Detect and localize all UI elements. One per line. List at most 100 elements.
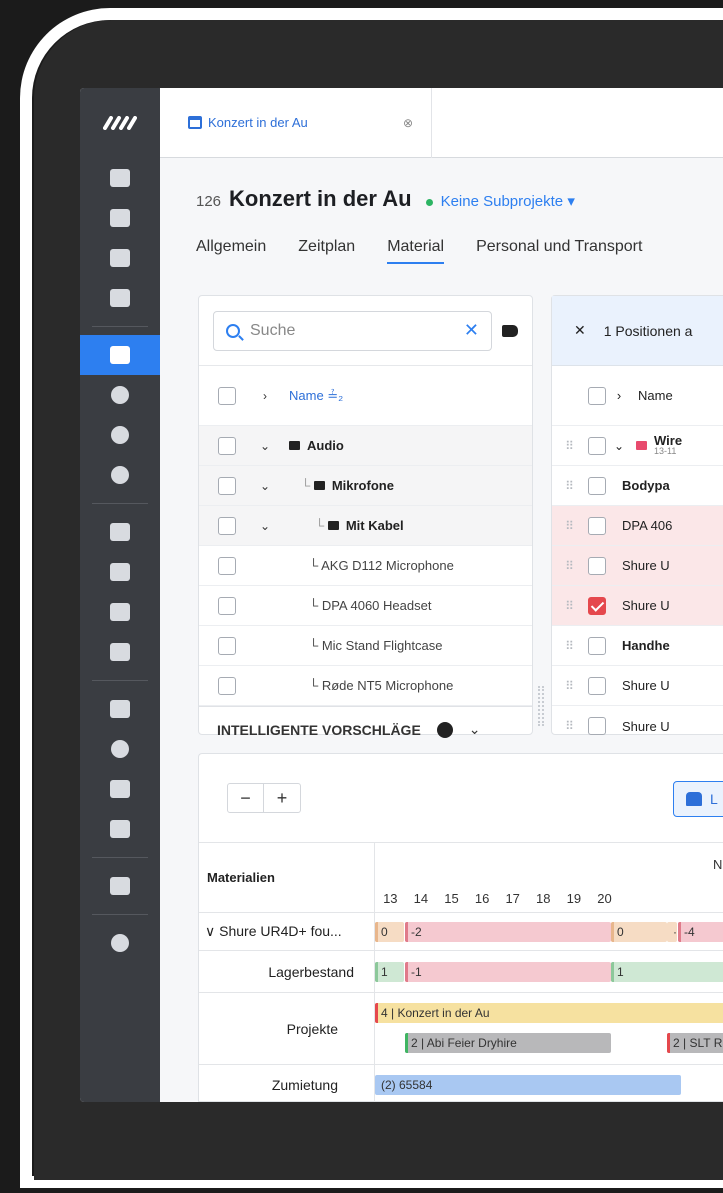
row-checkbox-checked[interactable]	[588, 596, 606, 615]
row-label: Mikrofone	[331, 478, 394, 493]
row-checkbox[interactable]	[588, 676, 606, 695]
column-header-name[interactable]: Name	[632, 388, 673, 403]
rental-bar[interactable]: (2) 65584	[375, 1075, 681, 1095]
sidebar-item-contacts[interactable]	[80, 375, 160, 415]
row-checkbox[interactable]	[218, 556, 236, 575]
table-row[interactable]: ⠿ Handhe	[552, 626, 723, 666]
availability-bar[interactable]: -2	[405, 922, 611, 942]
stock-bar[interactable]: 1	[375, 962, 404, 982]
list-item[interactable]: └ DPA 4060 Headset	[199, 586, 532, 626]
row-checkbox[interactable]	[218, 636, 236, 655]
project-bar[interactable]: 2 | Abi Feier Dryhire	[405, 1033, 611, 1053]
chevron-down-icon[interactable]: ⌄	[469, 721, 481, 738]
panel-resize-handle[interactable]	[538, 686, 544, 726]
table-row[interactable]: ⌄ └ Mit Kabel	[199, 506, 532, 546]
row-checkbox[interactable]	[588, 717, 606, 735]
chevron-down-icon[interactable]: ⌄	[255, 439, 275, 453]
zoom-in-button[interactable]: +	[264, 784, 300, 812]
sidebar-item-settings[interactable]	[80, 923, 160, 963]
drag-handle[interactable]: ⠿	[552, 439, 588, 453]
search-input[interactable]: Suche ✕	[213, 310, 492, 351]
drag-handle[interactable]: ⠿	[552, 559, 588, 573]
table-row[interactable]: ⌄ └ Mikrofone	[199, 466, 532, 506]
row-checkbox[interactable]	[218, 476, 236, 495]
table-row[interactable]: ⠿ Shure U	[552, 666, 723, 706]
project-bar[interactable]: 4 | Konzert in der Au	[375, 1003, 723, 1023]
row-checkbox[interactable]	[588, 636, 606, 655]
table-row[interactable]: ⠿ Shure U	[552, 586, 723, 626]
subprojects-dropdown[interactable]: Keine Subprojekte ▾	[441, 192, 575, 210]
drag-handle[interactable]: ⠿	[552, 519, 588, 533]
drag-handle[interactable]: ⠿	[552, 639, 588, 653]
sidebar-item-projects[interactable]	[80, 335, 160, 375]
stock-bar[interactable]: 1	[611, 962, 723, 982]
sidebar-item-maintenance[interactable]	[80, 769, 160, 809]
zoom-out-button[interactable]: −	[228, 784, 264, 812]
drag-handle[interactable]: ⠿	[552, 479, 588, 493]
sidebar-item-time[interactable]	[80, 729, 160, 769]
sidebar-item-transfers[interactable]	[80, 415, 160, 455]
column-header-name[interactable]: Name ≟₂	[275, 388, 532, 404]
project-bar[interactable]: 2 | SLT R	[667, 1033, 723, 1053]
row-checkbox[interactable]	[218, 596, 236, 615]
chevron-down-icon[interactable]: ⌄	[606, 439, 632, 453]
sidebar-item-tasks[interactable]	[80, 158, 160, 198]
table-row[interactable]: ⠿ Shure U	[552, 546, 723, 586]
sidebar-item-reports[interactable]	[80, 809, 160, 849]
select-all-checkbox[interactable]	[218, 386, 236, 405]
list-item[interactable]: └ AKG D112 Microphone	[199, 546, 532, 586]
drag-handle[interactable]: ⠿	[552, 599, 588, 613]
warehouse-button[interactable]: L	[673, 781, 723, 817]
sidebar-item-checklists[interactable]	[80, 689, 160, 729]
chevron-down-icon[interactable]: ⌄	[255, 479, 275, 493]
sidebar-item-people[interactable]	[80, 592, 160, 632]
item-row-label[interactable]: ∨ Shure UR4D+ fou...	[199, 913, 375, 950]
sidebar-item-finance[interactable]	[80, 455, 160, 495]
close-icon[interactable]: ⊗	[403, 116, 413, 130]
list-item[interactable]: └ Røde NT5 Microphone	[199, 666, 532, 706]
smart-suggestions-bar[interactable]: INTELLIGENTE VORSCHLÄGE ⌄	[199, 706, 532, 752]
table-row[interactable]: ⠿ Bodypa	[552, 466, 723, 506]
availability-bar[interactable]: 0	[375, 922, 404, 942]
select-all-checkbox[interactable]	[588, 386, 606, 405]
app-logo[interactable]	[80, 88, 160, 158]
tab-material[interactable]: Material	[387, 238, 445, 264]
row-checkbox[interactable]	[588, 436, 606, 455]
sidebar-item-calendar[interactable]	[80, 238, 160, 278]
chevron-down-icon[interactable]: ⌄	[255, 519, 275, 533]
sidebar-item-warehouse[interactable]	[80, 278, 160, 318]
drag-handle[interactable]: ⠿	[552, 679, 588, 693]
table-row[interactable]: ⠿ DPA 406	[552, 506, 723, 546]
gear-icon[interactable]	[436, 721, 453, 738]
drag-handle[interactable]: ⠿	[552, 719, 588, 733]
sidebar-item-inventory[interactable]	[80, 512, 160, 552]
document-tab[interactable]: Konzert in der Au ⊗	[160, 88, 432, 158]
clear-icon[interactable]: ✕	[464, 320, 479, 341]
tab-zeitplan[interactable]: Zeitplan	[298, 238, 355, 264]
row-checkbox[interactable]	[218, 676, 236, 695]
row-checkbox[interactable]	[588, 476, 606, 495]
availability-bar[interactable]: ·	[667, 922, 677, 942]
row-checkbox[interactable]	[588, 516, 606, 535]
sidebar-item-crew[interactable]	[80, 552, 160, 592]
availability-bar[interactable]: -4	[678, 922, 723, 942]
expand-all-icon[interactable]: ›	[255, 389, 275, 403]
tab-personal-transport[interactable]: Personal und Transport	[476, 238, 642, 264]
stock-bar[interactable]: -1	[405, 962, 611, 982]
folder-icon	[636, 441, 647, 450]
sidebar-item-vehicles[interactable]	[80, 632, 160, 672]
row-checkbox[interactable]	[588, 556, 606, 575]
row-checkbox[interactable]	[218, 516, 236, 535]
tag-icon[interactable]	[502, 324, 518, 337]
availability-bar[interactable]: 0	[611, 922, 667, 942]
table-row[interactable]: ⠿ Shure U	[552, 706, 723, 746]
row-checkbox[interactable]	[218, 436, 236, 455]
table-row[interactable]: ⠿ ⌄ Wire 13-11	[552, 426, 723, 466]
sidebar-item-dashboard[interactable]	[80, 198, 160, 238]
table-row[interactable]: ⌄ Audio	[199, 426, 532, 466]
sidebar-item-messages[interactable]	[80, 866, 160, 906]
close-icon[interactable]: ✕	[574, 322, 586, 339]
expand-all-icon[interactable]: ›	[606, 388, 632, 403]
tab-allgemein[interactable]: Allgemein	[196, 238, 266, 264]
list-item[interactable]: └ Mic Stand Flightcase	[199, 626, 532, 666]
